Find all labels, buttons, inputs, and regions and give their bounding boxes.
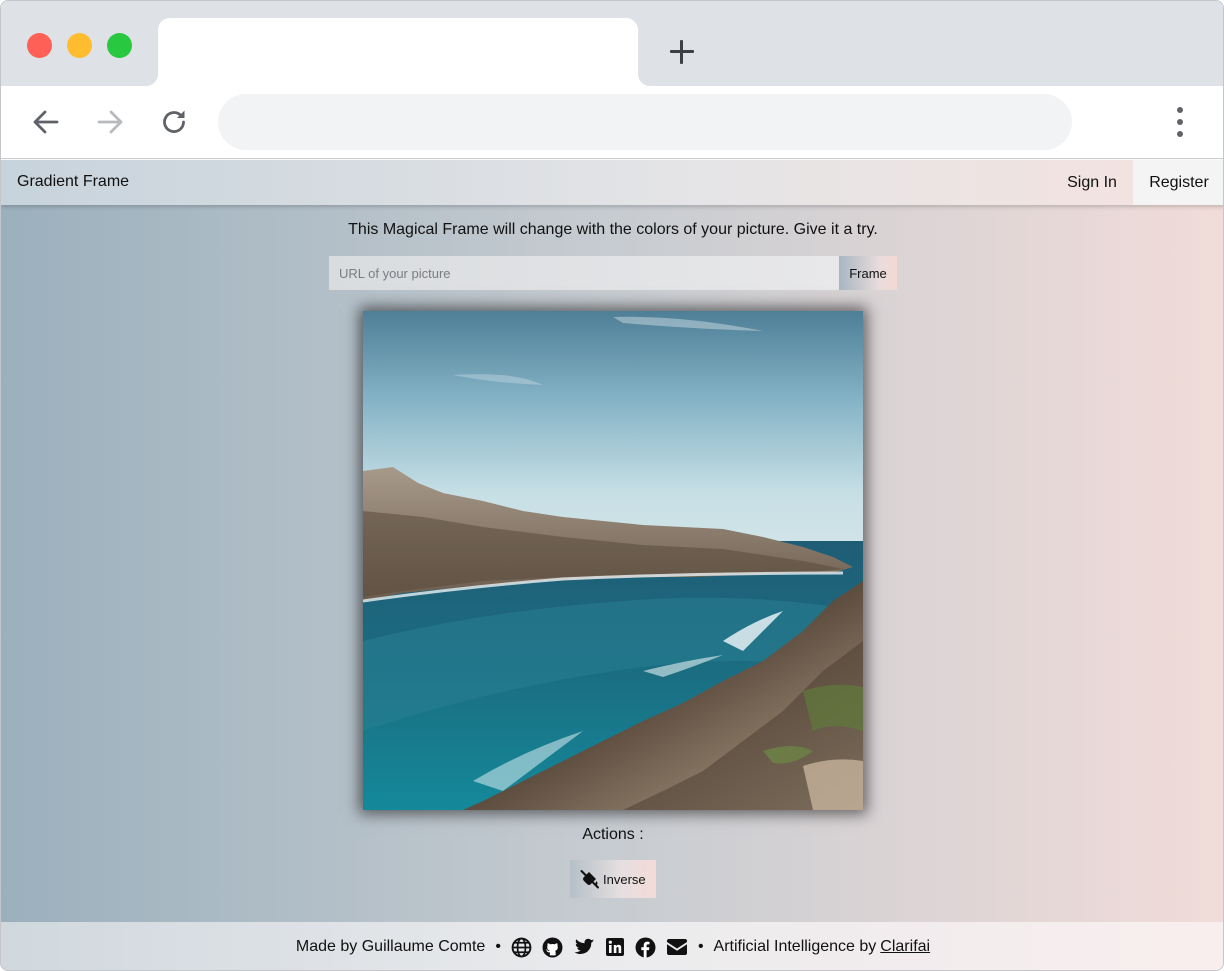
close-window-button[interactable] xyxy=(27,33,52,58)
footer-bullet: • xyxy=(495,938,501,955)
github-icon[interactable] xyxy=(542,936,564,958)
frame-button[interactable]: Frame xyxy=(839,256,897,290)
ai-credit-text: Artificial Intelligence by xyxy=(713,938,877,955)
picture-url-input[interactable] xyxy=(329,256,839,290)
forward-button[interactable] xyxy=(92,104,128,140)
envelope-icon[interactable] xyxy=(666,936,688,958)
sign-in-link[interactable]: Sign In xyxy=(1051,160,1133,205)
paint-bucket-slash-icon xyxy=(580,870,599,889)
tagline: This Magical Frame will change with the … xyxy=(348,221,878,238)
site-navbar: Gradient Frame Sign In Register xyxy=(1,160,1223,205)
arrow-left-icon xyxy=(33,110,59,134)
reload-icon xyxy=(163,110,185,133)
maximize-window-button[interactable] xyxy=(107,33,132,58)
inverse-button-label: Inverse xyxy=(603,871,646,887)
footer-bullet: • xyxy=(697,938,704,955)
browser-tab[interactable] xyxy=(158,18,638,86)
tab-strip xyxy=(1,1,1223,86)
actions-label: Actions : xyxy=(582,826,644,843)
reload-button[interactable] xyxy=(156,104,192,140)
back-button[interactable] xyxy=(28,104,64,140)
inverse-button[interactable]: Inverse xyxy=(570,860,656,898)
brand-link[interactable]: Gradient Frame xyxy=(17,173,129,191)
site-footer: Made by Guillaume Comte • • Artificial I… xyxy=(1,922,1223,970)
address-bar[interactable] xyxy=(218,94,1072,150)
browser-toolbar xyxy=(1,86,1223,159)
made-by-text: Made by Guillaume Comte xyxy=(295,938,486,955)
globe-icon[interactable] xyxy=(511,936,533,958)
linkedin-icon[interactable] xyxy=(604,936,626,958)
twitter-icon[interactable] xyxy=(573,936,595,958)
social-links xyxy=(511,936,688,958)
minimize-window-button[interactable] xyxy=(67,33,92,58)
arrow-right-icon xyxy=(97,110,123,134)
plus-icon[interactable] xyxy=(667,37,697,67)
page-content: Gradient Frame Sign In Register This Mag… xyxy=(1,160,1223,970)
browser-window: Gradient Frame Sign In Register This Mag… xyxy=(0,0,1224,971)
framed-picture xyxy=(363,311,863,810)
register-link[interactable]: Register xyxy=(1133,160,1223,205)
clarifai-link[interactable]: Clarifai xyxy=(880,938,930,956)
kebab-menu-icon[interactable] xyxy=(1167,104,1193,140)
facebook-icon[interactable] xyxy=(635,936,657,958)
